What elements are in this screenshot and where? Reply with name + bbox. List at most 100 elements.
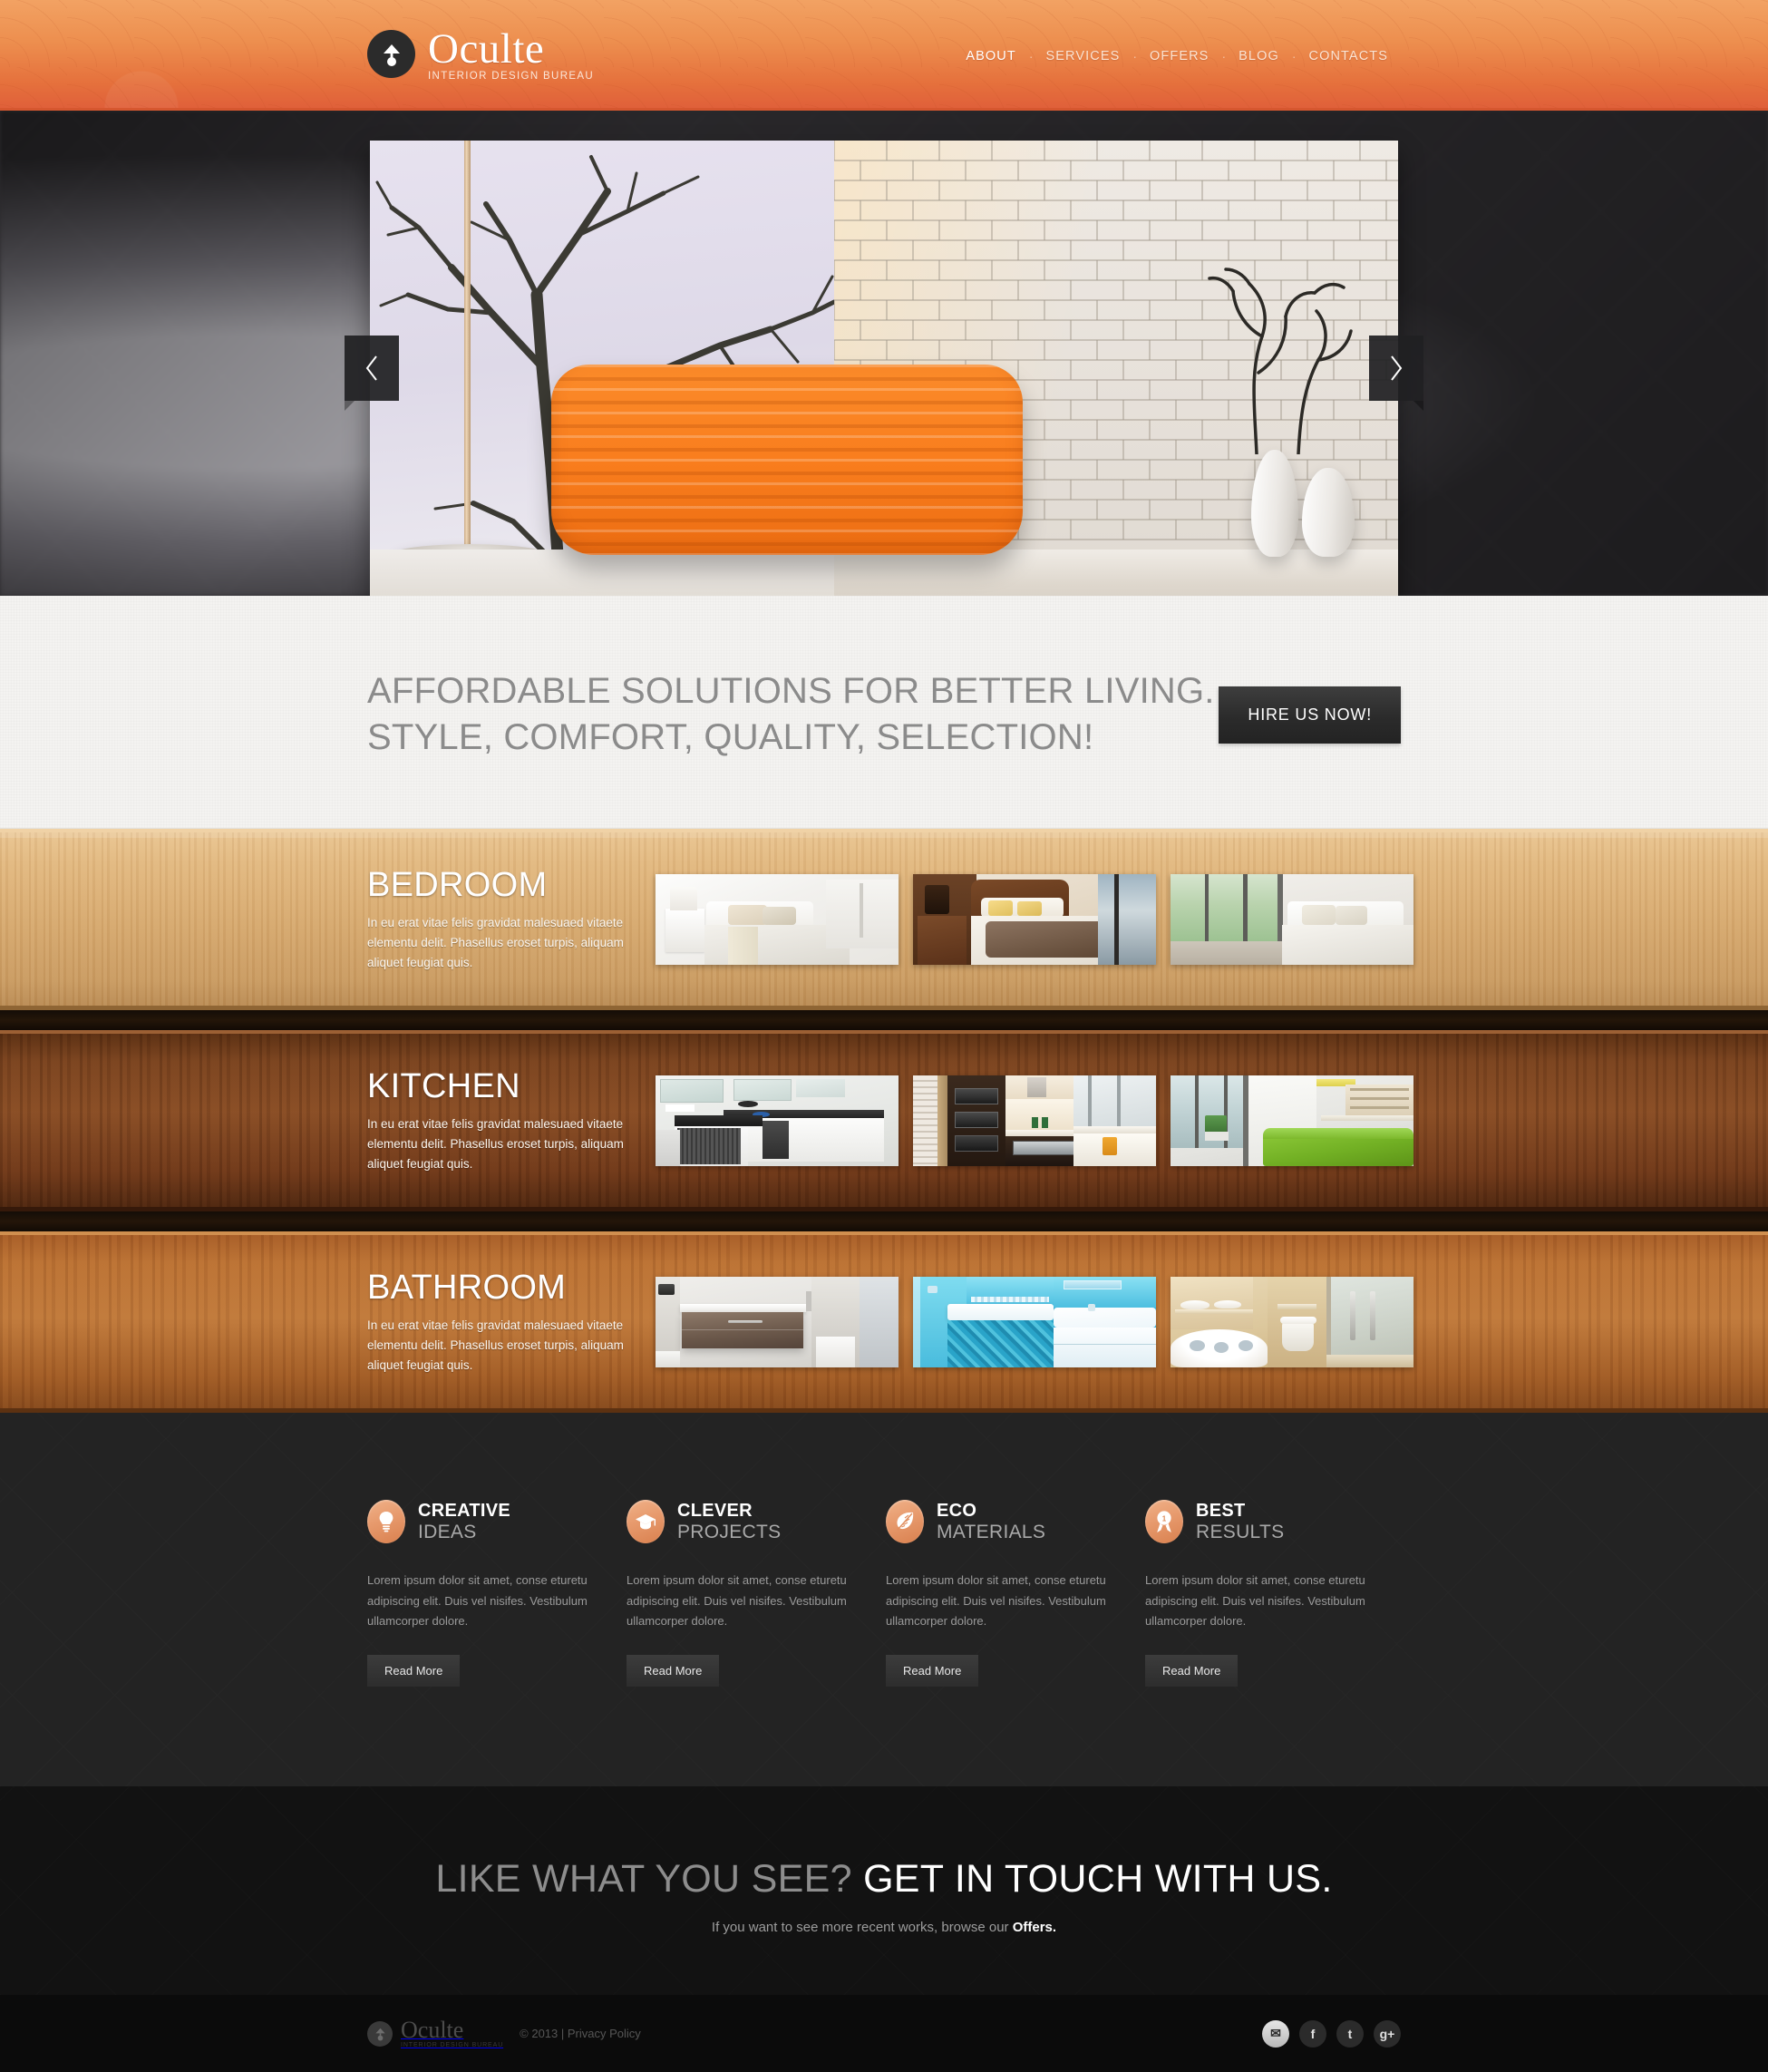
site-header: Oculte INTERIOR DESIGN BUREAU ABOUT · SE… xyxy=(0,0,1768,111)
read-more-button-creative-ideas[interactable]: Read More xyxy=(367,1655,461,1688)
thumbnail-bathroom-1[interactable] xyxy=(656,1276,899,1367)
room-shelf-bedroom: BEDROOM In eu erat vitae felis gravidat … xyxy=(0,829,1768,1011)
cta-title: LIKE WHAT YOU SEE? GET IN TOUCH WITH US. xyxy=(0,1857,1768,1902)
tagline-line-2: STYLE, COMFORT, QUALITY, SELECTION! xyxy=(367,717,1094,758)
lightbulb-icon xyxy=(367,1500,405,1544)
cta-title-dim: LIKE WHAT YOU SEE? xyxy=(435,1857,852,1902)
nav-separator: · xyxy=(1221,48,1227,63)
thumbnail-bathroom-2[interactable] xyxy=(913,1276,1156,1367)
decorative-twigs xyxy=(1191,264,1373,459)
cta-offers-link[interactable]: Offers. xyxy=(1013,1920,1056,1935)
room-thumbnails-bathroom xyxy=(656,1276,1413,1367)
slider-prev-button[interactable] xyxy=(345,336,399,411)
feature-text-creative-ideas: Lorem ipsum dolor sit amet, conse eturet… xyxy=(367,1573,588,1629)
tagline-text: AFFORDABLE SOLUTIONS FOR BETTER LIVING. … xyxy=(367,668,1215,761)
read-more-button-eco-materials[interactable]: Read More xyxy=(886,1655,979,1688)
hire-us-button[interactable]: HIRE US NOW! xyxy=(1219,686,1401,744)
floor-lamp-base xyxy=(393,544,546,564)
site-footer: Oculte INTERIOR DESIGN BUREAU © 2013 | P… xyxy=(0,1995,1768,2072)
nav-item-blog[interactable]: BLOG xyxy=(1226,49,1292,63)
slide-floor xyxy=(834,550,1398,596)
feature-title-light: RESULTS xyxy=(1196,1521,1285,1542)
room-shelf-kitchen: KITCHEN In eu erat vitae felis gravidat … xyxy=(0,1030,1768,1212)
leaf-icon xyxy=(886,1500,924,1544)
floor-lamp-pole xyxy=(464,141,471,552)
feature-title-bold: BEST xyxy=(1196,1501,1246,1522)
room-title-kitchen: KITCHEN xyxy=(367,1067,520,1106)
tagline-line-1: AFFORDABLE SOLUTIONS FOR BETTER LIVING. xyxy=(367,671,1215,711)
thumbnail-kitchen-2[interactable] xyxy=(913,1075,1156,1166)
features-section: CREATIVE IDEAS Lorem ipsum dolor sit ame… xyxy=(0,1413,1768,1786)
nav-separator: · xyxy=(1028,48,1034,63)
read-more-button-clever-projects[interactable]: Read More xyxy=(627,1655,720,1688)
feature-title-bold: CREATIVE xyxy=(418,1501,511,1522)
cta-subtitle-text: If you want to see more recent works, br… xyxy=(711,1920,1013,1936)
nav-item-about[interactable]: ABOUT xyxy=(953,49,1028,63)
nav-separator: · xyxy=(1291,48,1297,63)
footer-logo-tagline: INTERIOR DESIGN BUREAU xyxy=(401,2042,504,2049)
social-links: ✉ f t g+ xyxy=(1262,2019,1401,2048)
logo-name: Oculte xyxy=(428,24,545,73)
footer-logo-name: Oculte xyxy=(401,2017,464,2044)
room-shelf-bathroom: BATHROOM In eu erat vitae felis gravidat… xyxy=(0,1231,1768,1414)
room-thumbnails-bedroom xyxy=(656,873,1413,965)
feature-text-eco-materials: Lorem ipsum dolor sit amet, conse eturet… xyxy=(886,1573,1106,1629)
lamp-icon xyxy=(367,30,415,78)
tagline-section: AFFORDABLE SOLUTIONS FOR BETTER LIVING. … xyxy=(0,596,1768,830)
graduation-cap-icon xyxy=(627,1500,665,1544)
slider-next-button[interactable] xyxy=(1369,336,1423,411)
room-title-bathroom: BATHROOM xyxy=(367,1269,567,1308)
thumbnail-kitchen-1[interactable] xyxy=(656,1075,899,1166)
room-thumbnails-kitchen xyxy=(656,1075,1413,1166)
thumbnail-bedroom-1[interactable] xyxy=(656,873,899,965)
nav-item-offers[interactable]: OFFERS xyxy=(1137,49,1221,63)
nav-item-contacts[interactable]: CONTACTS xyxy=(1297,49,1401,63)
thumbnail-bathroom-3[interactable] xyxy=(1171,1276,1413,1367)
feature-text-best-results: Lorem ipsum dolor sit amet, conse eturet… xyxy=(1145,1573,1365,1629)
feature-best-results: 1 BEST RESULTS Lorem ipsum dolor sit ame… xyxy=(1145,1500,1381,1688)
nav-separator: · xyxy=(1132,48,1138,63)
svg-text:1: 1 xyxy=(1162,1515,1167,1523)
read-more-button-best-results[interactable]: Read More xyxy=(1145,1655,1239,1688)
page-root: Oculte INTERIOR DESIGN BUREAU ABOUT · SE… xyxy=(0,0,1768,2072)
shelf-divider xyxy=(0,1211,1768,1232)
nav-item-services[interactable]: SERVICES xyxy=(1034,49,1133,63)
copyright-text: © 2013 | Privacy Policy xyxy=(520,2027,641,2041)
feature-text-clever-projects: Lorem ipsum dolor sit amet, conse eturet… xyxy=(627,1573,847,1629)
room-title-bedroom: BEDROOM xyxy=(367,866,548,905)
feature-eco-materials: ECO MATERIALS Lorem ipsum dolor sit amet… xyxy=(886,1500,1122,1688)
shelf-divider xyxy=(0,1010,1768,1031)
feature-clever-projects: CLEVER PROJECTS Lorem ipsum dolor sit am… xyxy=(627,1500,862,1688)
thumbnail-bedroom-3[interactable] xyxy=(1171,873,1413,965)
logo-tagline: INTERIOR DESIGN BUREAU xyxy=(428,70,595,82)
slider-image xyxy=(370,141,1398,596)
award-ribbon-icon: 1 xyxy=(1145,1500,1183,1544)
feature-title-bold: ECO xyxy=(937,1501,977,1522)
room-description-bathroom: In eu erat vitae felis gravidat malesuae… xyxy=(367,1318,624,1372)
room-description-bedroom: In eu erat vitae felis gravidat malesuae… xyxy=(367,916,624,969)
site-logo[interactable]: Oculte INTERIOR DESIGN BUREAU xyxy=(367,26,594,83)
footer-lamp-icon xyxy=(367,2020,393,2047)
feature-title-best-results: BEST RESULTS xyxy=(1196,1501,1284,1542)
main-navigation[interactable]: ABOUT · SERVICES · OFFERS · BLOG · CONTA… xyxy=(953,45,1401,63)
thumbnail-bedroom-2[interactable] xyxy=(913,873,1156,965)
twitter-icon[interactable]: t xyxy=(1336,2019,1364,2048)
feature-title-light: MATERIALS xyxy=(937,1521,1046,1542)
cta-title-bright: GET IN TOUCH WITH US. xyxy=(863,1857,1333,1902)
thumbnail-kitchen-3[interactable] xyxy=(1171,1075,1413,1166)
feature-creative-ideas: CREATIVE IDEAS Lorem ipsum dolor sit ame… xyxy=(367,1500,603,1688)
feature-title-eco-materials: ECO MATERIALS xyxy=(937,1501,1045,1542)
facebook-icon[interactable]: f xyxy=(1299,2019,1326,2048)
footer-logo[interactable]: Oculte INTERIOR DESIGN BUREAU xyxy=(367,2018,503,2048)
email-icon[interactable]: ✉ xyxy=(1262,2019,1289,2048)
googleplus-icon[interactable]: g+ xyxy=(1374,2019,1401,2048)
feature-title-light: IDEAS xyxy=(418,1521,477,1542)
cta-section: LIKE WHAT YOU SEE? GET IN TOUCH WITH US.… xyxy=(0,1786,1768,1995)
cta-subtitle: If you want to see more recent works, br… xyxy=(0,1920,1768,1935)
feature-title-light: PROJECTS xyxy=(677,1521,782,1542)
feature-title-creative-ideas: CREATIVE IDEAS xyxy=(418,1501,510,1542)
rooms-section: BEDROOM In eu erat vitae felis gravidat … xyxy=(0,829,1768,1414)
feature-title-clever-projects: CLEVER PROJECTS xyxy=(677,1501,781,1542)
feature-title-bold: CLEVER xyxy=(677,1501,753,1522)
orange-sofa xyxy=(551,365,1023,555)
